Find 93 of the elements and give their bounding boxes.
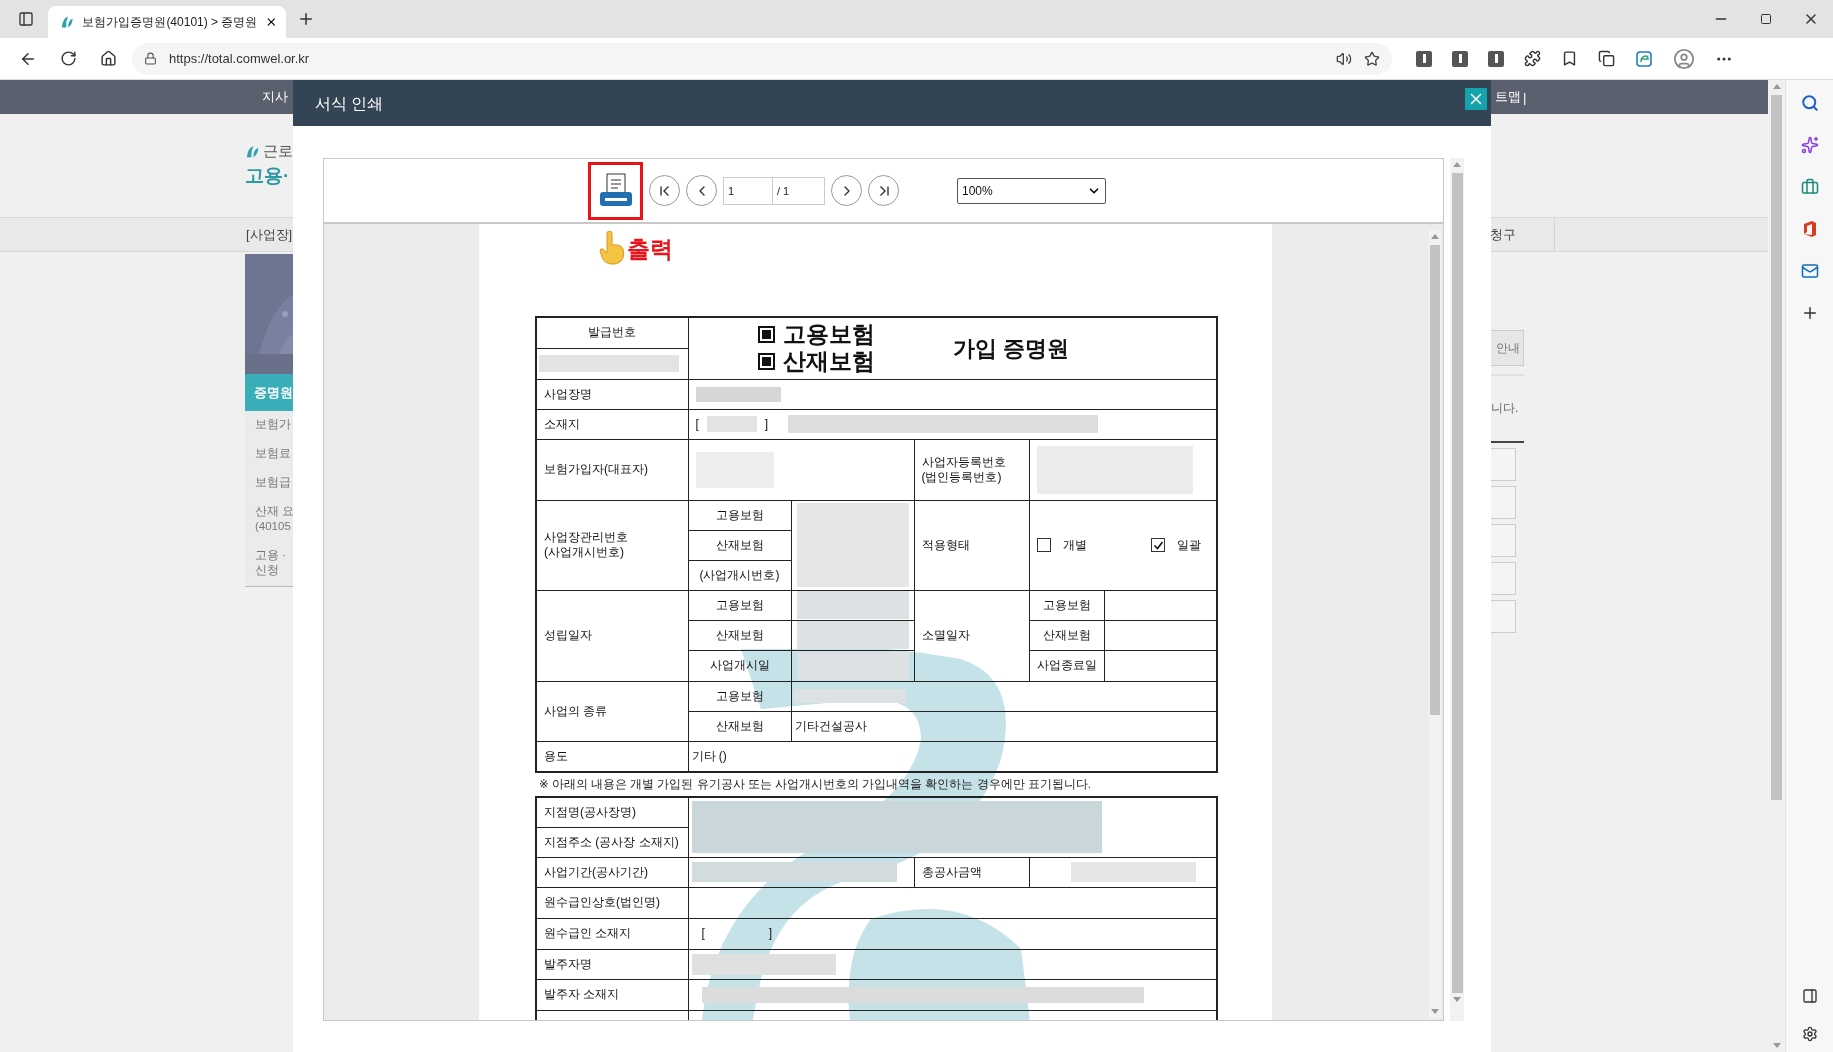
pointing-hand-icon [599, 231, 625, 265]
scrollbar[interactable] [1450, 158, 1464, 1021]
table-cell: 발급번호 [536, 317, 688, 348]
table-cell: 발주자 소재지 [536, 979, 688, 1010]
page-number-field[interactable]: 1 [723, 176, 773, 205]
side-menu-item[interactable]: 산재 요 (40105 [245, 504, 293, 534]
table-cell: 보험가입자(대표자) [536, 439, 688, 500]
table-cell: 지점명(공사장명) [536, 797, 688, 827]
note-text: ※ 아래의 내용은 개별 가입된 유기공사 또는 사업개시번호의 가입내역을 확인하는 경우에만 표기됩니다. [538, 777, 1092, 792]
table-cell: 발주자명 [536, 949, 688, 979]
table-cell: 사업종료일 [1029, 650, 1104, 681]
table-cell: 사업자등록번호 (법인등록번호) [914, 439, 1029, 500]
scrollbar[interactable] [1429, 230, 1441, 1018]
mail-icon[interactable] [1800, 262, 1819, 280]
extension-icon[interactable] [1488, 50, 1504, 67]
side-menu-item[interactable]: 고용 · 신청 [245, 548, 293, 578]
previous-page-button[interactable] [686, 175, 717, 206]
logo-text: 고용· [245, 164, 291, 188]
side-menu-item[interactable]: 보험료 [245, 446, 293, 461]
extension-icon[interactable] [1452, 50, 1468, 67]
collections-icon[interactable] [1598, 50, 1615, 67]
lock-icon [144, 52, 157, 65]
table-cell: 사업개시일 [688, 650, 791, 681]
table-cell: 산재보험 [688, 620, 791, 650]
close-button[interactable] [1465, 88, 1487, 110]
side-menu-item[interactable]: 보험가 [245, 417, 293, 432]
checkbox-label: 일괄 [1177, 537, 1202, 553]
table-cell: 총공사금액 [914, 857, 1029, 887]
table-cell: 사업장명 [536, 379, 688, 409]
table-cell: 고용보험 [688, 500, 791, 530]
callout-label: 출력 [627, 235, 673, 264]
side-menu-item[interactable]: 보험급 [245, 475, 293, 490]
first-page-icon [657, 183, 672, 198]
sidebar-toggle-icon[interactable] [1801, 988, 1818, 1004]
extensions-icon[interactable] [1524, 50, 1541, 67]
bracket: [ [701, 926, 705, 941]
checkbox-label: 산재보험 [782, 348, 875, 376]
bracket: ] [768, 926, 773, 941]
nav-divider: | [1523, 89, 1527, 105]
dialog-title: 서식 인쇄 [315, 94, 384, 114]
table-cell: 소재지 [536, 409, 688, 439]
input-field[interactable] [1491, 524, 1516, 557]
table-cell: 산재보험 [688, 711, 791, 741]
zoom-dropdown[interactable]: 100% [957, 177, 1106, 204]
guide-button[interactable]: 안내 [1491, 330, 1524, 366]
logo-icon [245, 144, 260, 159]
input-field[interactable] [1491, 600, 1516, 633]
table-cell: 고용보험 [688, 681, 791, 711]
search-icon[interactable] [1800, 94, 1819, 112]
last-page-button[interactable] [868, 175, 899, 206]
briefcase-icon[interactable] [1800, 178, 1819, 196]
first-page-button[interactable] [649, 175, 680, 206]
scrollbar[interactable] [1768, 80, 1785, 1052]
breadcrumb-tab[interactable]: 청구 [1490, 225, 1516, 244]
sparkle-icon[interactable] [1800, 136, 1819, 154]
logo-text: 근로 [263, 142, 293, 161]
table-cell: 고용보험 [688, 590, 791, 620]
input-field[interactable] [1491, 486, 1516, 519]
print-button[interactable] [588, 161, 643, 220]
table-cell: 산재보험 [1029, 620, 1104, 650]
browser-essentials-icon[interactable] [1635, 49, 1653, 68]
close-icon[interactable] [265, 15, 278, 29]
favorites-icon[interactable] [1561, 50, 1578, 67]
read-aloud-icon[interactable] [1336, 50, 1352, 67]
notice-text: 니다. [1491, 400, 1520, 417]
page-total: / 1 [773, 176, 825, 205]
table-cell: 원수급인 소재지 [536, 918, 688, 949]
redacted-block [706, 416, 757, 432]
settings-icon[interactable] [1801, 1026, 1818, 1042]
site-favicon-icon [60, 14, 75, 30]
side-menu-title: 증명원 [245, 374, 293, 411]
table-cell: 적용형태 [914, 500, 1029, 590]
profile-icon[interactable] [1673, 47, 1695, 70]
input-field[interactable] [1491, 562, 1516, 595]
favorite-star-icon[interactable] [1364, 50, 1380, 67]
bracket: [ [695, 416, 699, 432]
table-cell: 고용보험 [1029, 590, 1104, 620]
table-cell: 사업의 종류 [536, 681, 688, 741]
table-cell: 사업기간(공사기간) [536, 857, 688, 887]
extension-icon[interactable] [1416, 50, 1432, 67]
table-cell: 성립일자 [536, 590, 688, 681]
address-field[interactable]: https://total.comwel.or.kr [132, 42, 1392, 75]
bracket: ] [764, 416, 769, 432]
office-icon[interactable] [1801, 220, 1818, 238]
checkbox-label: 고용보험 [782, 321, 875, 349]
table-cell: 원수급인상호(법인명) [536, 887, 688, 918]
printer-icon [598, 172, 633, 209]
next-page-button[interactable] [831, 175, 862, 206]
input-field[interactable] [1491, 448, 1516, 481]
browser-tab[interactable]: 보험가입증명원(40101) > 증명원 [48, 6, 286, 38]
checkbox-label: 개별 [1062, 537, 1087, 553]
table-cell: 사업장관리번호 (사업개시번호) [536, 500, 688, 590]
table-cell: 소멸일자 [914, 590, 1029, 681]
